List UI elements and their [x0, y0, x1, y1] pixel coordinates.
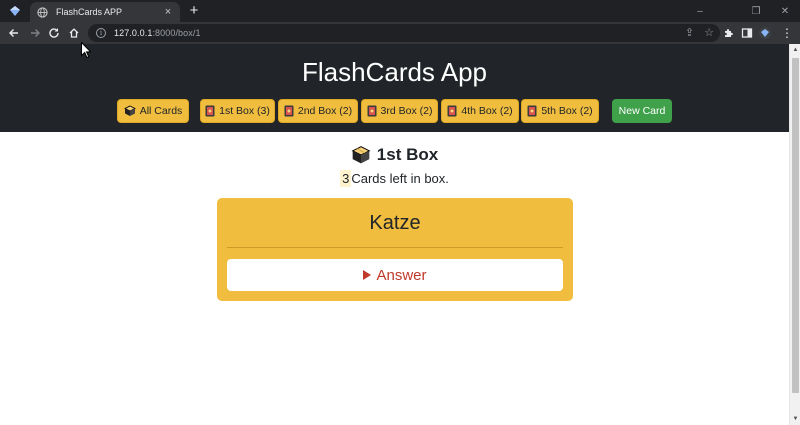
address-bar[interactable]: i 127.0.0.1:8000/box/1 ⇪ ☆	[88, 24, 720, 42]
cards-left-text: Cards left in box.	[351, 171, 449, 186]
app-title: FlashCards App	[302, 57, 487, 87]
nav-box-2-button[interactable]: 2nd Box (2)	[278, 99, 358, 123]
nav-label: 2nd Box (2)	[297, 105, 353, 117]
nav-box-1-button[interactable]: 1st Box (3)	[200, 99, 275, 123]
extensions-icon[interactable]	[720, 25, 736, 41]
answer-label: Answer	[376, 266, 427, 284]
page-scrollbar[interactable]: ▲ ▼	[789, 44, 800, 425]
box-heading: 1st Box	[0, 145, 789, 165]
answer-button[interactable]: Answer	[227, 259, 563, 291]
profile-avatar-icon[interactable]	[757, 25, 773, 41]
card-icon	[447, 105, 457, 117]
new-card-button[interactable]: New Card	[612, 99, 672, 123]
nav-label: 4th Box (2)	[461, 105, 513, 117]
browser-toolbar: i 127.0.0.1:8000/box/1 ⇪ ☆ ⋮	[0, 22, 800, 44]
scroll-down-icon[interactable]: ▼	[792, 415, 799, 423]
nav-label: 5th Box (2)	[541, 105, 593, 117]
card-front-text: Katze	[369, 212, 421, 234]
side-panel-icon[interactable]	[739, 25, 755, 41]
home-icon[interactable]	[66, 25, 82, 41]
site-info-icon[interactable]: i	[96, 28, 106, 38]
nav-label: 1st Box (3)	[219, 105, 270, 117]
nav-label: All Cards	[139, 105, 183, 117]
window-close-icon[interactable]: ✕	[770, 0, 800, 22]
card-icon	[367, 105, 377, 117]
play-triangle-icon	[363, 270, 372, 280]
browser-tab[interactable]: FlashCards APP ×	[30, 2, 180, 22]
profile-icon[interactable]	[5, 3, 25, 19]
card-icon	[284, 105, 294, 117]
back-icon[interactable]	[6, 25, 22, 41]
menu-kebab-icon[interactable]: ⋮	[779, 25, 795, 41]
forward-icon[interactable]	[27, 25, 43, 41]
new-tab-button[interactable]: +	[186, 2, 202, 20]
nav-label: 3rd Box (2)	[380, 105, 433, 117]
card-icon	[205, 105, 215, 117]
cards-left-status: 3 Cards left in box.	[0, 170, 789, 187]
nav-box-4-button[interactable]: 4th Box (2)	[441, 99, 519, 123]
nav-box-5-button[interactable]: 5th Box (2)	[521, 99, 599, 123]
card-divider	[227, 247, 563, 248]
share-icon[interactable]: ⇪	[685, 26, 694, 39]
tab-title: FlashCards APP	[56, 7, 123, 17]
page: FlashCards App All Cards 1st Box (3) 2nd…	[0, 44, 789, 425]
app-header: FlashCards App All Cards 1st Box (3) 2nd…	[0, 44, 789, 132]
minimize-icon[interactable]: –	[685, 0, 715, 22]
box-icon	[351, 145, 371, 165]
close-icon[interactable]: ×	[162, 6, 174, 18]
globe-icon	[36, 6, 48, 18]
nav-box-3-button[interactable]: 3rd Box (2)	[361, 99, 438, 123]
nav-all-cards-button[interactable]: All Cards	[117, 99, 189, 123]
scrollbar-thumb[interactable]	[792, 58, 799, 393]
cards-left-count: 3	[340, 170, 352, 187]
card-icon	[527, 105, 537, 117]
scroll-up-icon[interactable]: ▲	[792, 46, 799, 54]
url-text: 127.0.0.1:8000/box/1	[114, 28, 201, 38]
box-icon	[123, 105, 136, 117]
flashcard: Katze Answer	[217, 198, 573, 301]
mouse-cursor-icon	[81, 42, 91, 58]
browser-tabstrip: FlashCards APP × + – ❐ ✕	[0, 0, 800, 22]
bookmark-star-icon[interactable]: ☆	[704, 26, 714, 39]
reload-icon[interactable]	[46, 25, 62, 41]
restore-icon[interactable]: ❐	[741, 0, 771, 22]
box-title: 1st Box	[376, 145, 439, 164]
box-nav: All Cards 1st Box (3) 2nd Box (2) 3rd Bo…	[0, 99, 789, 123]
